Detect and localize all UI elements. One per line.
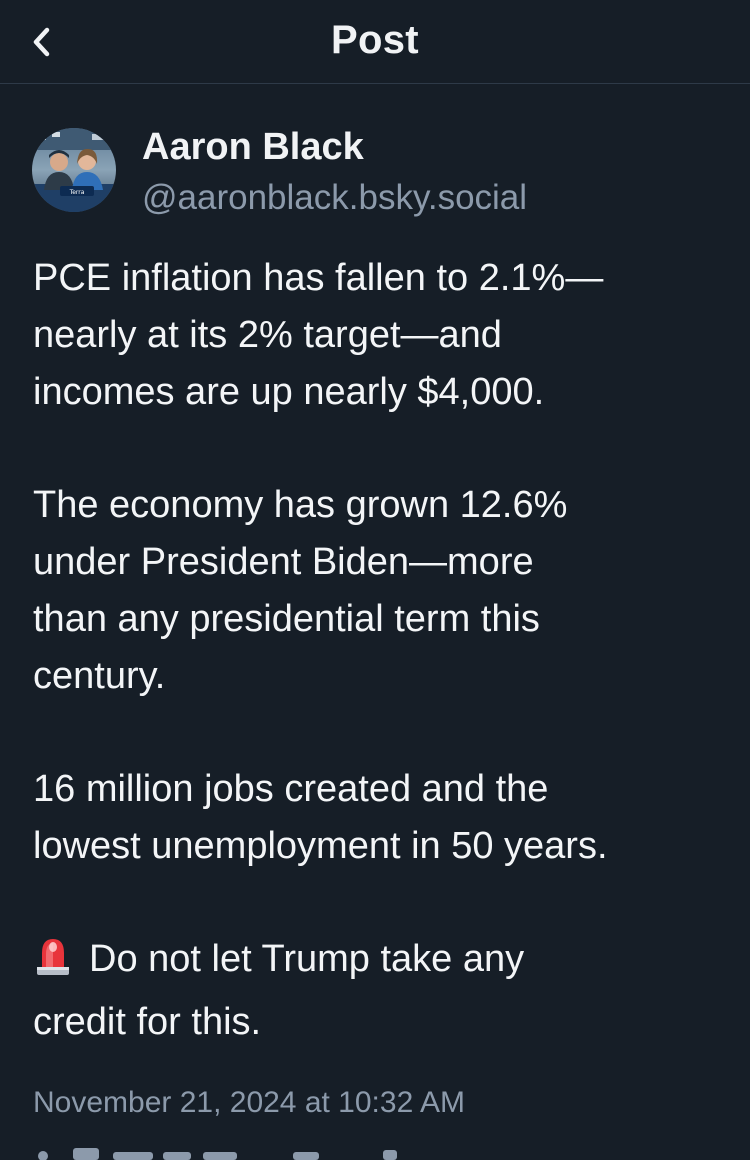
author-display-name[interactable]: Aaron Black xyxy=(142,126,364,169)
post-line: nearly at its 2% target—and xyxy=(33,314,502,356)
rotating-light-icon xyxy=(33,933,73,994)
post-paragraph: Do not let Trump take any credit for thi… xyxy=(33,931,733,1051)
post-line: 16 million jobs created and the xyxy=(33,768,549,810)
post-line: lowest unemployment in 50 years. xyxy=(33,825,608,867)
top-bar: Post xyxy=(0,0,750,84)
post-author: Terra Aaron Black @aaronblack.bsky.socia… xyxy=(32,124,722,224)
post-line: century. xyxy=(33,655,166,697)
cutoff-content xyxy=(38,1148,397,1160)
post-paragraph: The economy has grown 12.6% under Presid… xyxy=(33,477,733,705)
avatar[interactable]: Terra xyxy=(32,128,116,212)
post-line: credit for this. xyxy=(33,1001,262,1043)
post-line: under President Biden—more xyxy=(33,541,534,583)
post-line: Do not let Trump take any xyxy=(89,938,525,980)
post-line: than any presidential term this xyxy=(33,598,540,640)
post-meta-row xyxy=(33,1140,733,1160)
avatar-badge-text: Terra xyxy=(69,189,85,196)
post-paragraph: PCE inflation has fallen to 2.1%— nearly… xyxy=(33,250,733,421)
post-line: The economy has grown 12.6% xyxy=(33,484,568,526)
post-line: PCE inflation has fallen to 2.1%— xyxy=(33,257,604,299)
post-line: incomes are up nearly $4,000. xyxy=(33,371,545,413)
author-handle[interactable]: @aaronblack.bsky.social xyxy=(142,178,527,218)
post-text: PCE inflation has fallen to 2.1%— nearly… xyxy=(33,250,733,1051)
avatar-photo: Terra xyxy=(32,128,116,212)
post-paragraph: 16 million jobs created and the lowest u… xyxy=(33,761,733,875)
page-title: Post xyxy=(331,18,419,62)
post-timestamp: November 21, 2024 at 10:32 AM xyxy=(33,1086,465,1119)
